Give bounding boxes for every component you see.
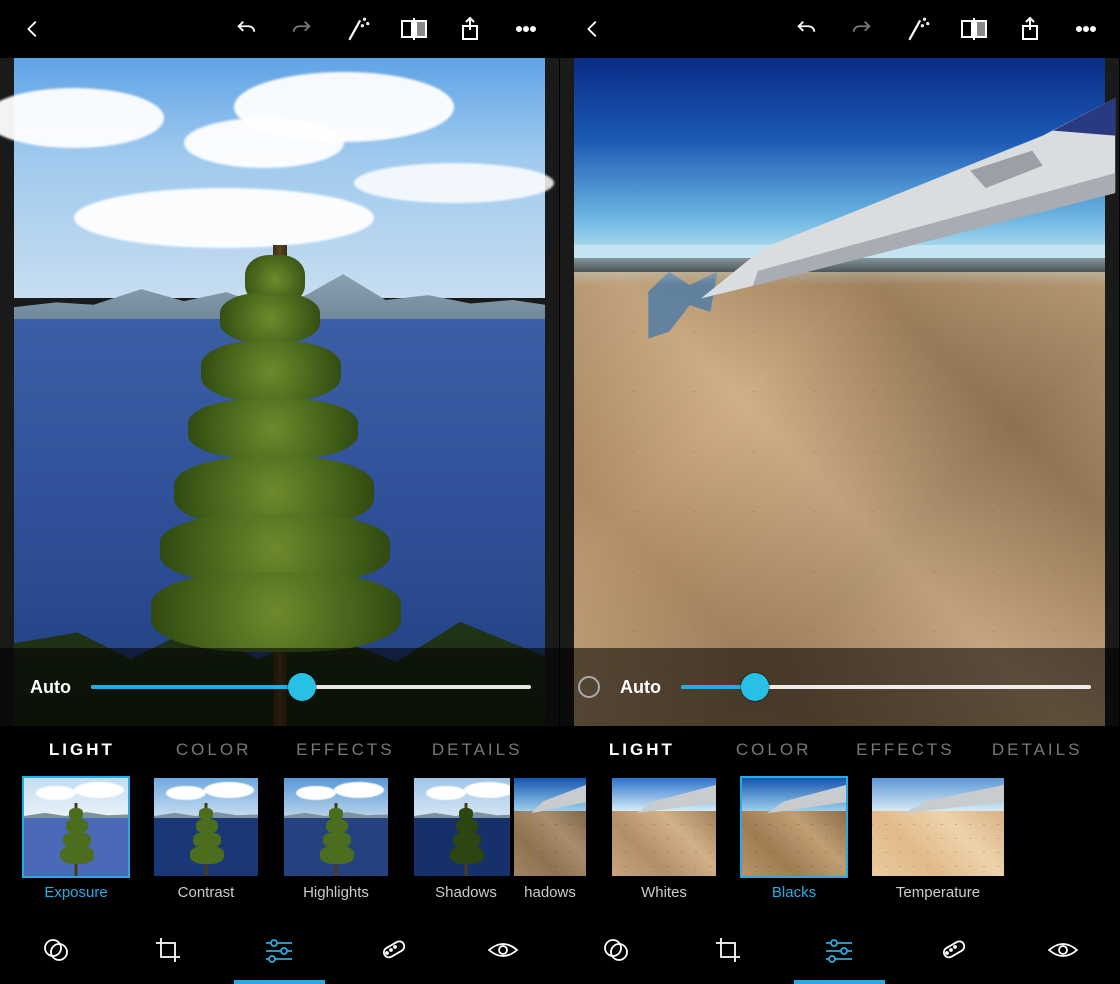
sliders-icon[interactable]: [784, 916, 896, 984]
magic-wand-icon[interactable]: [343, 14, 373, 44]
adjust-slider-bar: Auto: [0, 648, 559, 726]
thumb-label: hadows: [524, 884, 576, 901]
photo-canvas[interactable]: Auto: [0, 58, 559, 726]
screen-left: Auto LIGHT COLOR EFFECTS DETAILS Exposur…: [0, 0, 560, 984]
thumb-label: Blacks: [772, 884, 816, 901]
slider-fill: [91, 685, 302, 689]
thumb-shadows-partial[interactable]: hadows: [510, 776, 590, 901]
thumb-label: Shadows: [435, 884, 497, 901]
heal-icon[interactable]: [895, 916, 1007, 984]
adjustment-thumbnails[interactable]: hadows Whites Blacks Temperature: [510, 774, 1119, 916]
tab-details[interactable]: DETAILS: [411, 740, 543, 760]
thumb-label: Whites: [641, 884, 687, 901]
thumb-label: Highlights: [303, 884, 369, 901]
thumb-label: Temperature: [896, 884, 980, 901]
photo-lake-tree: [14, 58, 545, 726]
bottom-toolbar: [0, 916, 559, 984]
more-horizontal-icon[interactable]: [1071, 14, 1101, 44]
thumb-label: Contrast: [178, 884, 235, 901]
magic-wand-icon[interactable]: [903, 14, 933, 44]
more-horizontal-icon[interactable]: [511, 14, 541, 44]
redo-icon[interactable]: [287, 14, 317, 44]
back-icon[interactable]: [578, 14, 608, 44]
share-icon[interactable]: [455, 14, 485, 44]
filters-icon[interactable]: [560, 916, 672, 984]
screen-right: Auto LIGHT COLOR EFFECTS DETAILS hadows …: [560, 0, 1120, 984]
thumb-shadows[interactable]: Shadows: [410, 776, 522, 901]
crop-icon[interactable]: [112, 916, 224, 984]
thumb-whites[interactable]: Whites: [608, 776, 720, 901]
tab-color[interactable]: COLOR: [148, 740, 280, 760]
bottom-toolbar: [560, 916, 1119, 984]
sliders-icon[interactable]: [224, 916, 336, 984]
top-toolbar: [560, 0, 1119, 58]
top-toolbar: [0, 0, 559, 58]
back-icon[interactable]: [18, 14, 48, 44]
thumb-contrast[interactable]: Contrast: [150, 776, 262, 901]
auto-button[interactable]: Auto: [30, 677, 71, 698]
category-tabs: LIGHT COLOR EFFECTS DETAILS: [0, 726, 559, 774]
bottom-active-indicator: [234, 980, 326, 984]
thumb-label: Exposure: [44, 884, 107, 901]
filters-icon[interactable]: [0, 916, 112, 984]
tab-effects[interactable]: EFFECTS: [280, 740, 412, 760]
adjust-slider-bar: Auto: [560, 648, 1119, 726]
slider-thumb[interactable]: [741, 673, 769, 701]
photo-canvas[interactable]: Auto: [560, 58, 1119, 726]
heal-icon[interactable]: [335, 916, 447, 984]
compare-split-icon[interactable]: [959, 14, 989, 44]
slider-thumb[interactable]: [288, 673, 316, 701]
photo-aerial-wing: [574, 58, 1105, 726]
adjust-slider[interactable]: [91, 685, 531, 689]
tab-details[interactable]: DETAILS: [971, 740, 1103, 760]
tab-color[interactable]: COLOR: [708, 740, 840, 760]
auto-ring-icon[interactable]: [578, 676, 600, 698]
thumb-blacks[interactable]: Blacks: [738, 776, 850, 901]
share-icon[interactable]: [1015, 14, 1045, 44]
adjustment-thumbnails[interactable]: Exposure Contrast: [0, 774, 559, 916]
undo-icon[interactable]: [231, 14, 261, 44]
undo-icon[interactable]: [791, 14, 821, 44]
tab-light[interactable]: LIGHT: [16, 740, 148, 760]
category-tabs: LIGHT COLOR EFFECTS DETAILS: [560, 726, 1119, 774]
bottom-active-indicator: [794, 980, 886, 984]
tab-light[interactable]: LIGHT: [576, 740, 708, 760]
crop-icon[interactable]: [672, 916, 784, 984]
eye-icon[interactable]: [447, 916, 559, 984]
thumb-exposure[interactable]: Exposure: [20, 776, 132, 901]
thumb-temperature[interactable]: Temperature: [868, 776, 1008, 901]
thumb-highlights[interactable]: Highlights: [280, 776, 392, 901]
tab-effects[interactable]: EFFECTS: [840, 740, 972, 760]
eye-icon[interactable]: [1007, 916, 1119, 984]
redo-icon[interactable]: [847, 14, 877, 44]
compare-split-icon[interactable]: [399, 14, 429, 44]
auto-button[interactable]: Auto: [620, 677, 661, 698]
adjust-slider[interactable]: [681, 685, 1091, 689]
